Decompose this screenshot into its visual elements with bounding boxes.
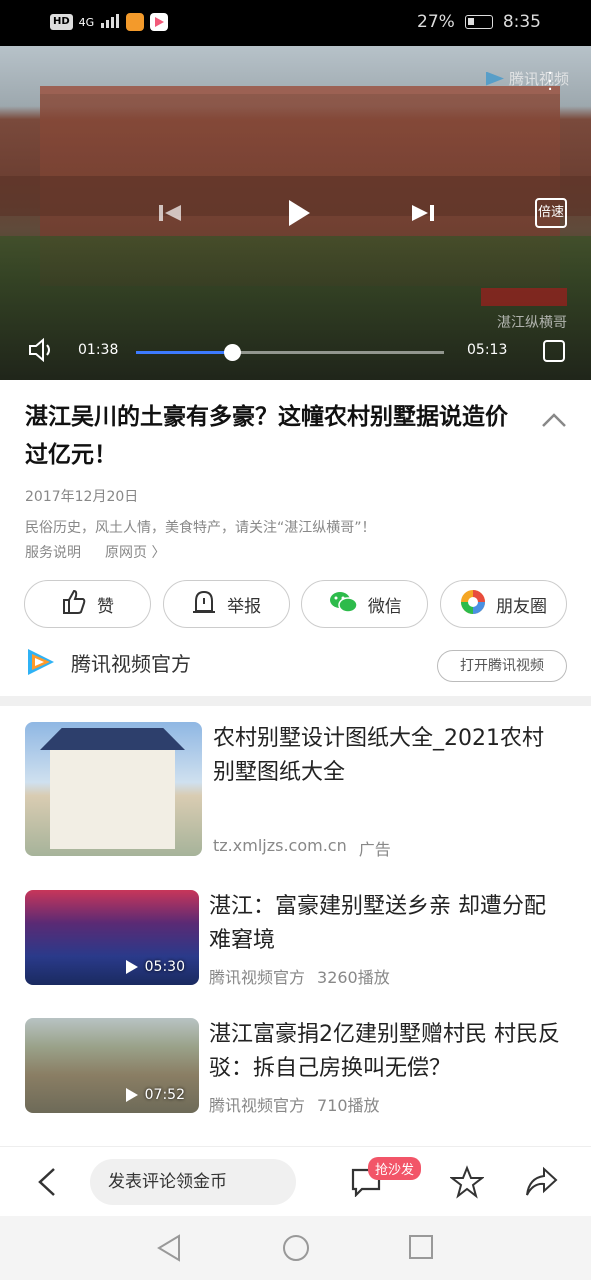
villa-roof	[40, 728, 185, 750]
list-item[interactable]: 05:30 湛江：富豪建别墅送乡亲 却遭分配难窘境 腾讯视频官方 3260播放	[25, 890, 565, 988]
like-button[interactable]: 赞	[24, 580, 151, 628]
next-icon[interactable]	[410, 202, 436, 228]
like-label: 赞	[97, 596, 114, 617]
item-meta: 腾讯视频官方 3260播放	[209, 964, 390, 988]
previous-icon[interactable]	[157, 202, 183, 228]
current-time: 01:38	[78, 342, 119, 358]
battery-icon	[464, 15, 493, 29]
hd-indicator: HD	[50, 14, 73, 30]
item-plays: 710播放	[317, 1096, 380, 1115]
section-divider	[0, 696, 591, 706]
item-plays: 3260播放	[317, 968, 390, 987]
video-controls: 01:38 05:13	[0, 326, 591, 380]
item-source: 腾讯视频官方	[209, 968, 306, 987]
ad-item[interactable]: 农村别墅设计图纸大全_2021农村别墅图纸大全 tz.xmljzs.com.cn…	[25, 722, 565, 860]
article-links: 服务说明 原网页 〉	[25, 542, 165, 562]
report-icon	[191, 589, 217, 620]
item-title: 湛江：富豪建别墅送乡亲 却遭分配难窘境	[209, 894, 546, 953]
service-link[interactable]: 服务说明	[25, 542, 81, 562]
report-label: 举报	[227, 596, 262, 617]
duration-badge: 05:30	[125, 959, 185, 975]
report-button[interactable]: 举报	[162, 580, 290, 628]
wechat-icon	[328, 589, 358, 620]
action-row: 赞 举报 微信 朋友圈	[24, 580, 567, 628]
speed-button[interactable]: 倍速	[535, 198, 567, 228]
item-source: 腾讯视频官方	[209, 1096, 306, 1115]
tencent-video-icon	[485, 71, 504, 86]
video-brand-logo: 腾讯视频	[485, 68, 569, 89]
article-title: 湛江吴川的土豪有多豪？这幢农村别墅据说造价过亿元！	[25, 404, 508, 468]
chevron-up-icon[interactable]	[541, 412, 567, 432]
item-title: 湛江富豪捐2亿建别墅赠村民 村民反驳：拆自己房换叫无偿？	[209, 1022, 560, 1081]
app-notification-icon	[150, 13, 169, 31]
list-item[interactable]: 07:52 湛江富豪捐2亿建别墅赠村民 村民反驳：拆自己房换叫无偿？ 腾讯视频官…	[25, 1018, 565, 1116]
system-nav-bar	[0, 1216, 591, 1280]
original-page-link[interactable]: 原网页 〉	[105, 542, 165, 562]
progress-handle[interactable]	[224, 344, 242, 361]
status-right: 27% 8:35	[417, 12, 541, 32]
nav-recents-icon[interactable]	[408, 1234, 434, 1264]
video-thumbnail: 05:30	[25, 890, 199, 985]
bottom-toolbar: 发表评论领金币 抢沙发	[0, 1146, 591, 1216]
wechat-share-button[interactable]: 微信	[301, 580, 429, 628]
nav-home-icon[interactable]	[282, 1234, 310, 1266]
volume-icon[interactable]	[28, 337, 54, 366]
moments-share-button[interactable]: 朋友圈	[439, 580, 567, 628]
total-time: 05:13	[467, 342, 508, 358]
watermark-badge	[481, 288, 567, 306]
signal-icon	[100, 13, 120, 31]
progress-bar[interactable]	[136, 344, 444, 361]
villa-illustration	[50, 744, 175, 849]
network-indicator: 4G	[78, 15, 95, 29]
article-description: 民俗历史，风土人情，美食特产，请关注“湛江纵横哥”！	[25, 520, 376, 536]
fullscreen-icon[interactable]	[543, 340, 565, 362]
video-brand-label: 腾讯视频	[508, 70, 569, 88]
status-left: HD 4G	[50, 13, 169, 31]
battery-percent: 27%	[417, 12, 455, 32]
moments-icon	[460, 589, 486, 620]
tencent-video-logo-icon	[25, 646, 57, 678]
comment-input[interactable]: 发表评论领金币	[90, 1159, 296, 1205]
wechat-label: 微信	[367, 596, 402, 617]
status-bar: HD 4G 27% 8:35	[0, 0, 591, 46]
duration-label: 07:52	[144, 1087, 185, 1103]
sofa-badge: 抢沙发	[368, 1157, 422, 1180]
app-notification-icon	[126, 13, 145, 31]
source-name: 腾讯视频官方	[71, 651, 191, 676]
video-thumbnail: 07:52	[25, 1018, 199, 1113]
play-icon[interactable]	[286, 198, 312, 232]
nav-back-icon[interactable]	[156, 1234, 182, 1266]
clock: 8:35	[502, 12, 541, 32]
item-meta: 腾讯视频官方 710播放	[209, 1092, 380, 1116]
play-icon	[125, 1088, 138, 1102]
source-channel[interactable]: 腾讯视频官方	[25, 646, 191, 678]
open-app-button[interactable]: 打开腾讯视频	[437, 650, 567, 682]
ad-title: 农村别墅设计图纸大全_2021农村别墅图纸大全	[213, 726, 544, 785]
ad-meta: tz.xmljzs.com.cn 广告	[213, 836, 391, 860]
ad-domain: tz.xmljzs.com.cn	[213, 836, 347, 855]
thumbs-up-icon	[61, 589, 87, 620]
moments-label: 朋友圈	[495, 596, 547, 617]
ad-thumbnail	[25, 722, 202, 856]
duration-label: 05:30	[144, 959, 185, 975]
publish-date: 2017年12月20日	[25, 489, 139, 505]
more-options-icon[interactable]: · · ·	[547, 65, 553, 99]
progress-fill	[136, 351, 233, 354]
share-icon[interactable]	[524, 1165, 558, 1203]
back-icon[interactable]	[36, 1167, 58, 1201]
duration-badge: 07:52	[125, 1087, 185, 1103]
favorite-star-icon[interactable]	[449, 1165, 485, 1203]
video-player[interactable]: 腾讯视频 · · · 倍速 湛江纵横哥 01:38 05:13	[0, 46, 591, 380]
play-icon	[125, 960, 138, 974]
ad-tag: 广告	[358, 840, 391, 859]
